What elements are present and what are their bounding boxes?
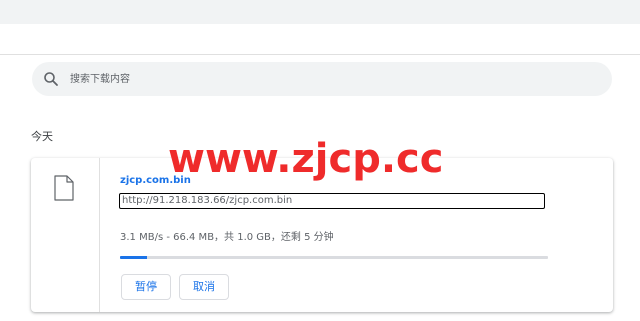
search-icon: [43, 71, 59, 87]
download-card: zjcp.com.bin http://91.218.183.66/zjcp.c…: [31, 158, 613, 312]
search-bar[interactable]: [32, 62, 612, 96]
file-url-link[interactable]: http://91.218.183.66/zjcp.com.bin: [119, 193, 545, 209]
file-name-link[interactable]: zjcp.com.bin: [120, 175, 191, 186]
progress-bar: [120, 256, 548, 259]
header-divider: [0, 54, 640, 55]
file-icon-column: [31, 158, 100, 312]
search-input[interactable]: [70, 62, 590, 96]
pause-button[interactable]: 暂停: [121, 274, 171, 300]
download-status-text: 3.1 MB/s - 66.4 MB，共 1.0 GB，还剩 5 分钟: [120, 232, 334, 243]
date-heading: 今天: [31, 130, 53, 143]
top-bar: [0, 0, 640, 24]
cancel-button[interactable]: 取消: [179, 274, 229, 300]
file-icon: [54, 175, 74, 201]
progress-bar-fill: [120, 256, 148, 259]
